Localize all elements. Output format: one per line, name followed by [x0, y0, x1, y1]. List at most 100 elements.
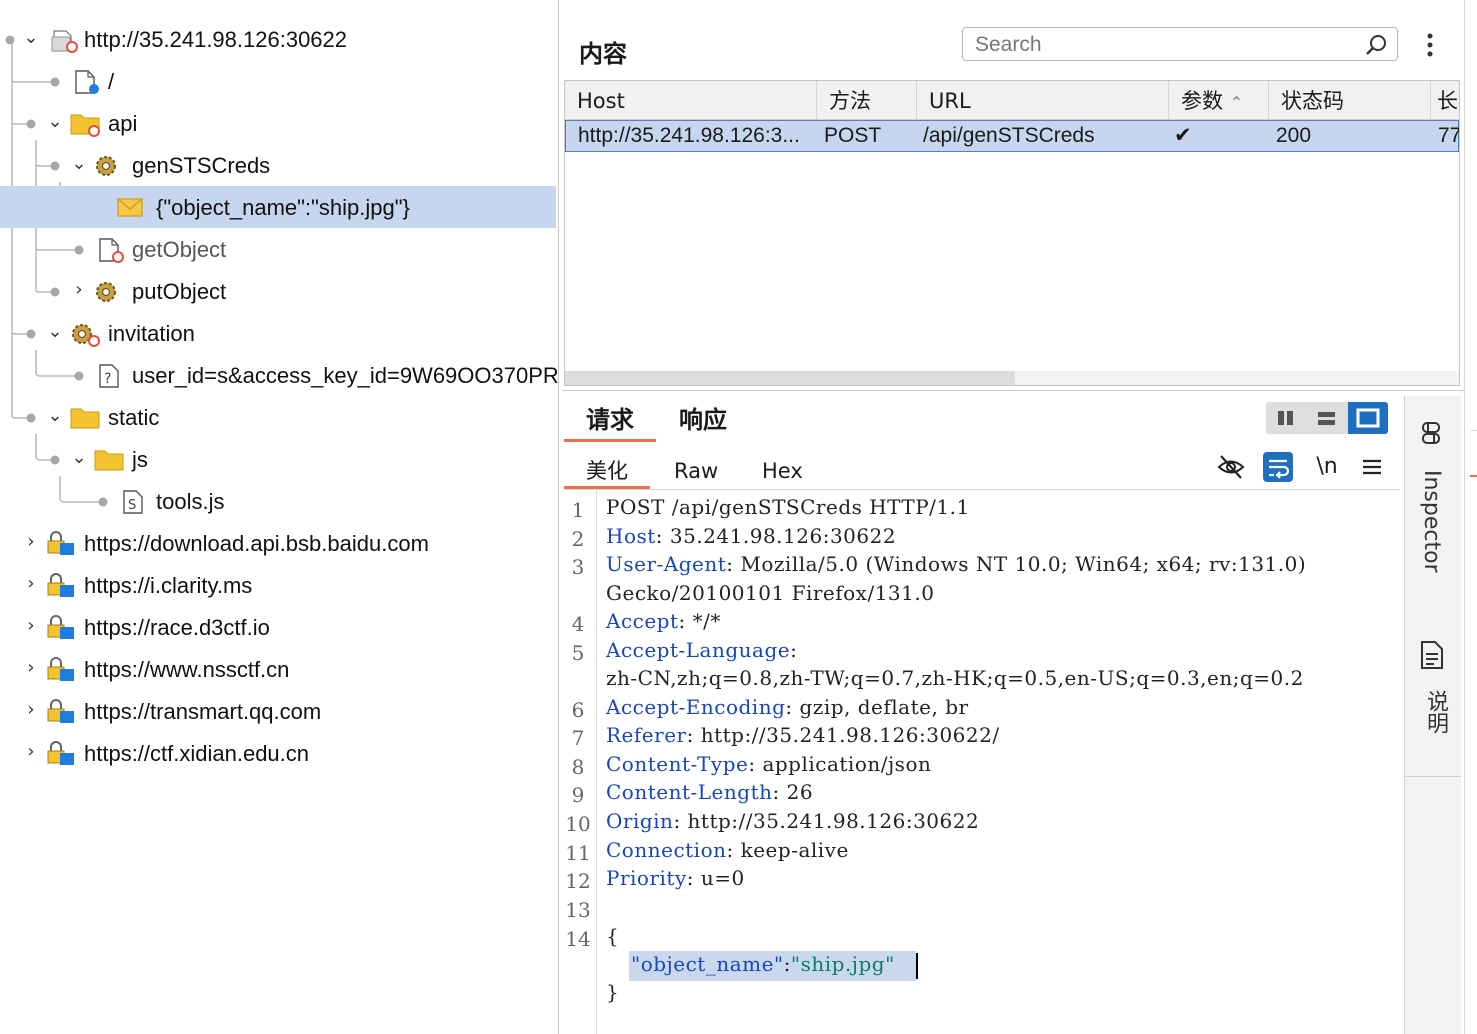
chevron-right-icon[interactable]: ›	[22, 741, 40, 763]
line-number: 12	[565, 869, 591, 893]
search-icon[interactable]	[1365, 33, 1389, 57]
search-input[interactable]	[973, 30, 1357, 60]
tab-response[interactable]: 响应	[660, 400, 746, 440]
chevron-down-icon[interactable]: ⌄	[46, 405, 64, 427]
line-number: 2	[571, 527, 585, 551]
chevron-right-icon[interactable]: ›	[22, 615, 40, 637]
tree-node-label: js	[132, 447, 148, 472]
tree-node-host[interactable]: › https://i.clarity.ms	[0, 564, 556, 606]
tree-node-label: https://www.nssctf.cn	[84, 657, 290, 682]
search-box[interactable]	[962, 27, 1398, 61]
cell-length: 77	[1438, 124, 1460, 147]
inspector-sidebar: Inspector 说明	[1404, 396, 1461, 1034]
tree-node-getobject[interactable]: getObject	[0, 228, 556, 270]
header-continuation: Gecko/20100101 Firefox/131.0	[606, 581, 935, 605]
svg-text:S: S	[128, 498, 136, 513]
chevron-down-icon[interactable]: ⌄	[70, 447, 88, 469]
sidebar-tab-notes[interactable]: 说明	[1405, 618, 1461, 777]
column-header-status[interactable]: 状态码	[1269, 81, 1431, 119]
locked-site-icon	[47, 615, 74, 639]
header-continuation: zh-CN,zh;q=0.8,zh-TW;q=0.7,zh-HK;q=0.5,e…	[606, 666, 1304, 690]
newline-toggle[interactable]: \n	[1312, 452, 1342, 482]
subtab-pretty[interactable]: 美化	[586, 456, 628, 486]
tree-node-tools-js[interactable]: S tools.js	[0, 480, 556, 522]
tree-node-static[interactable]: ⌄ static	[0, 396, 556, 438]
split-horizontal-icon[interactable]	[1307, 402, 1347, 434]
chevron-right-icon[interactable]: ›	[22, 531, 40, 553]
tree-node-js[interactable]: ⌄ js	[0, 438, 556, 480]
tree-node-label: /	[108, 69, 115, 94]
tree-node-host[interactable]: › https://download.api.bsb.baidu.com	[0, 522, 556, 564]
line-number: 13	[565, 898, 591, 922]
json-close-brace: }	[606, 980, 620, 1004]
header-line: Priority: u=0	[606, 866, 745, 890]
chevron-right-icon[interactable]: ›	[22, 657, 40, 679]
header-value: : u=0	[686, 866, 745, 890]
site-folder-icon	[51, 30, 78, 53]
header-key: Host	[606, 524, 656, 548]
single-pane-icon[interactable]	[1348, 402, 1388, 434]
tree-node-genstscreds[interactable]: ⌄ genSTSCreds	[0, 144, 556, 186]
tree-node-invitation[interactable]: ⌄ invitation	[0, 312, 556, 354]
tree-node-host[interactable]: › https://race.d3ctf.io	[0, 606, 556, 648]
column-header-method[interactable]: 方法	[817, 81, 917, 119]
unknown-file-icon: ?	[99, 364, 119, 388]
more-options-icon[interactable]	[1420, 30, 1440, 60]
header-line: Accept-Encoding: gzip, deflate, br	[606, 695, 969, 719]
header-key: Accept	[606, 609, 679, 633]
tree-node-label: api	[108, 111, 138, 136]
table-row[interactable]: http://35.241.98.126:3... POST /api/genS…	[565, 120, 1459, 152]
subtab-hex[interactable]: Hex	[762, 456, 803, 486]
column-header-host[interactable]: Host	[565, 81, 817, 119]
column-header-params[interactable]: 参数 ⌃	[1169, 81, 1269, 119]
locked-site-icon	[47, 657, 74, 681]
column-header-url[interactable]: URL	[917, 81, 1169, 119]
text-caret	[916, 953, 918, 979]
tree-node-object-name-request[interactable]: {"object_name":"ship.jpg"}	[0, 186, 556, 228]
header-line: Referer: http://35.241.98.126:30622/	[606, 723, 1000, 747]
folder-icon	[94, 450, 124, 471]
chevron-down-icon[interactable]: ⌄	[22, 27, 40, 49]
panel-divider[interactable]	[562, 390, 1464, 391]
menu-icon[interactable]	[1357, 452, 1387, 482]
chevron-down-icon[interactable]: ⌄	[46, 321, 64, 343]
header-key: Priority	[606, 866, 687, 890]
chevron-down-icon[interactable]: ⌄	[46, 111, 64, 133]
header-value: : Mozilla/5.0 (Windows NT 10.0; Win64; x…	[726, 552, 1307, 576]
tree-node-invitation-params[interactable]: ? user_id=s&access_key_id=9W69OO370PR	[0, 354, 559, 396]
tab-request[interactable]: 请求	[564, 400, 656, 440]
tree-node-root-path[interactable]: /	[0, 60, 556, 102]
tree-node-host[interactable]: › https://ctf.xidian.edu.cn	[0, 732, 556, 774]
cell-method: POST	[824, 124, 882, 147]
chevron-right-icon[interactable]: ›	[22, 699, 40, 721]
tree-node-host[interactable]: › https://transmart.qq.com	[0, 690, 556, 732]
gear-icon	[96, 282, 116, 302]
chevron-right-icon[interactable]: ›	[70, 279, 88, 301]
line-number: 5	[571, 641, 585, 665]
column-header-length[interactable]: 长	[1431, 81, 1459, 119]
collapsed-panel-handle[interactable]	[1470, 430, 1477, 477]
panel-splitter[interactable]	[558, 0, 559, 1034]
tree-node-label: https://download.api.bsb.baidu.com	[84, 531, 429, 556]
header-value: :	[790, 638, 798, 662]
notes-document-icon	[1421, 641, 1443, 669]
split-vertical-icon[interactable]	[1266, 402, 1306, 434]
horizontal-scrollbar-thumb[interactable]	[565, 371, 1015, 385]
subtab-raw[interactable]: Raw	[674, 456, 718, 486]
sidebar-tab-inspector[interactable]: Inspector	[1405, 396, 1461, 619]
header-key: User-Agent	[606, 552, 727, 576]
header-value: : keep-alive	[726, 838, 849, 862]
cell-url: /api/genSTSCreds	[923, 124, 1095, 147]
tree-node-api[interactable]: ⌄ api	[0, 102, 556, 144]
line-number: 9	[571, 783, 585, 807]
chevron-right-icon[interactable]: ›	[22, 573, 40, 595]
json-body-line: "object_name":"ship.jpg"	[631, 952, 895, 976]
script-file-icon: S	[123, 490, 143, 514]
tree-node-root-site[interactable]: ⌄ http://35.241.98.126:30622	[0, 18, 556, 60]
tree-node-host[interactable]: › https://www.nssctf.cn	[0, 648, 556, 690]
hide-eye-icon[interactable]	[1216, 452, 1246, 482]
tree-node-putobject[interactable]: › putObject	[0, 270, 556, 312]
chevron-down-icon[interactable]: ⌄	[70, 153, 88, 175]
json-value: "ship.jpg"	[790, 952, 895, 976]
column-label: 参数	[1181, 89, 1223, 113]
